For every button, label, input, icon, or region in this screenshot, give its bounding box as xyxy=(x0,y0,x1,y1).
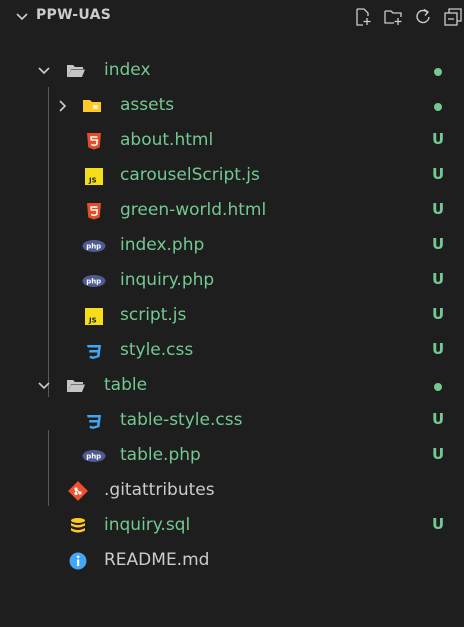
tree-item-label: table.php xyxy=(120,445,201,465)
javascript-icon: JS xyxy=(84,306,104,326)
collapse-all-icon[interactable] xyxy=(442,6,464,28)
tree-item-label: inquiry.php xyxy=(120,270,215,290)
php-icon: php xyxy=(82,271,106,291)
tree-item-label: inquiry.sql xyxy=(104,515,191,535)
git-icon xyxy=(68,481,88,501)
project-title: PPW-UAS xyxy=(36,7,112,23)
svg-text:php: php xyxy=(86,277,101,285)
tree-item[interactable]: assets xyxy=(0,89,464,124)
git-status-badge: U xyxy=(432,235,445,253)
database-icon xyxy=(68,516,88,536)
modified-dot-icon xyxy=(434,103,442,111)
tree-item-label: index xyxy=(104,60,151,80)
tree-item[interactable]: .gitattributes xyxy=(0,474,464,509)
folder-open-icon xyxy=(66,376,86,396)
tree-item-label: carouselScript.js xyxy=(120,165,260,185)
tree-item[interactable]: JS script.js U xyxy=(0,299,464,334)
chevron-down-icon[interactable] xyxy=(14,9,30,25)
git-status-badge: U xyxy=(432,165,445,183)
chevron-right-icon[interactable] xyxy=(54,98,70,114)
tree-item[interactable]: php index.php U xyxy=(0,229,464,264)
tree-item[interactable]: README.md xyxy=(0,544,464,579)
tree-item-label: style.css xyxy=(120,340,194,360)
tree-item[interactable]: index xyxy=(0,54,464,89)
git-status-badge: U xyxy=(432,445,445,463)
git-status-badge: U xyxy=(432,305,445,323)
refresh-icon[interactable] xyxy=(412,6,434,28)
tree-item[interactable]: table xyxy=(0,369,464,404)
modified-dot-icon xyxy=(434,383,442,391)
git-status-badge: U xyxy=(432,130,445,148)
html5-icon xyxy=(84,131,104,151)
svg-text:php: php xyxy=(86,452,101,460)
tree-item-label: .gitattributes xyxy=(104,480,215,500)
folder-icon xyxy=(82,96,102,116)
tree-item[interactable]: style.css U xyxy=(0,334,464,369)
tree-item[interactable]: green-world.html U xyxy=(0,194,464,229)
tree-item-label: README.md xyxy=(104,550,210,570)
css3-icon xyxy=(84,341,104,361)
tree-item[interactable]: table-style.css U xyxy=(0,404,464,439)
svg-text:JS: JS xyxy=(88,177,97,185)
tree-item-label: green-world.html xyxy=(120,200,267,220)
tree-item[interactable]: php table.php U xyxy=(0,439,464,474)
tree-item-label: table xyxy=(104,375,148,395)
explorer-actions xyxy=(352,6,464,28)
css3-icon xyxy=(84,411,104,431)
tree-item[interactable]: inquiry.sql U xyxy=(0,509,464,544)
chevron-down-icon[interactable] xyxy=(36,378,52,394)
tree-item-label: index.php xyxy=(120,235,205,255)
info-icon xyxy=(68,551,88,571)
git-status-badge: U xyxy=(432,200,445,218)
folder-open-icon xyxy=(66,61,86,81)
javascript-icon: JS xyxy=(84,166,104,186)
git-status-badge: U xyxy=(432,515,445,533)
svg-text:JS: JS xyxy=(88,317,97,325)
git-status-badge: U xyxy=(432,410,445,428)
tree-item-label: about.html xyxy=(120,130,214,150)
tree-item[interactable]: php inquiry.php U xyxy=(0,264,464,299)
new-folder-icon[interactable] xyxy=(382,6,404,28)
tree-item-label: assets xyxy=(120,95,175,115)
tree-item-label: table-style.css xyxy=(120,410,243,430)
html5-icon xyxy=(84,201,104,221)
tree-item[interactable]: JS carouselScript.js U xyxy=(0,159,464,194)
git-status-badge: U xyxy=(432,270,445,288)
tree-item[interactable]: about.html U xyxy=(0,124,464,159)
explorer-header[interactable]: PPW-UAS xyxy=(0,0,464,34)
modified-dot-icon xyxy=(434,68,442,76)
svg-text:php: php xyxy=(86,242,101,250)
chevron-down-icon[interactable] xyxy=(36,63,52,79)
tree-item-label: script.js xyxy=(120,305,187,325)
git-status-badge: U xyxy=(432,340,445,358)
php-icon: php xyxy=(82,236,106,256)
file-explorer: PPW-UAS index assets about.html U JS car… xyxy=(0,0,464,627)
php-icon: php xyxy=(82,446,106,466)
new-file-icon[interactable] xyxy=(352,6,374,28)
